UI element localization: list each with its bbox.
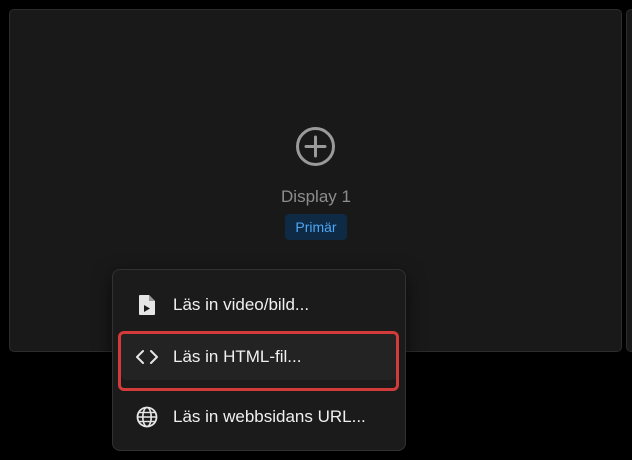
plus-circle-icon[interactable] — [295, 126, 336, 167]
menu-item-label: Läs in video/bild... — [173, 295, 310, 314]
code-icon — [136, 346, 158, 368]
menu-item-load-html-file[interactable]: Läs in HTML-fil... — [121, 334, 397, 380]
primary-badge: Primär — [285, 214, 347, 240]
context-menu: Läs in video/bild... Läs in HTML-fil... … — [112, 269, 406, 451]
menu-item-load-video-image[interactable]: Läs in video/bild... — [121, 282, 397, 328]
menu-item-label: Läs in webbsidans URL... — [173, 407, 366, 426]
file-media-icon — [136, 294, 158, 316]
globe-icon — [136, 406, 158, 428]
display-name-label: Display 1 — [281, 187, 351, 206]
menu-item-label: Läs in HTML-fil... — [173, 347, 302, 366]
display-2-card-edge[interactable] — [626, 9, 632, 352]
menu-item-load-webpage-url[interactable]: Läs in webbsidans URL... — [121, 394, 397, 440]
